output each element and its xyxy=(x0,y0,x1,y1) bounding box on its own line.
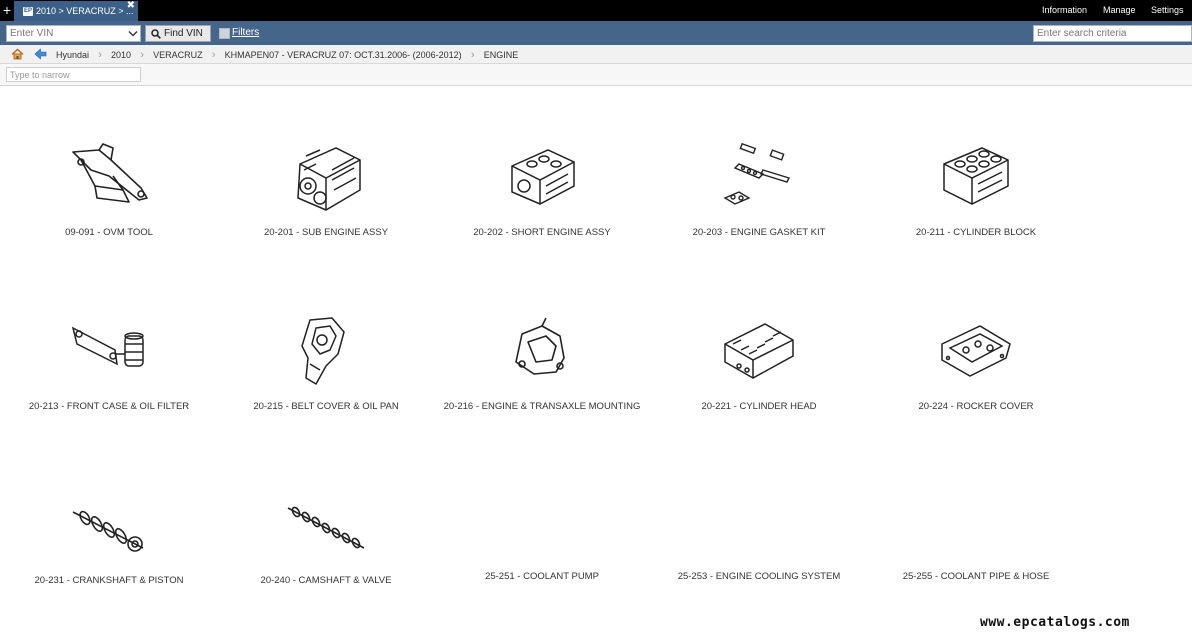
chevron-right-icon: › xyxy=(140,48,144,61)
breadcrumb-trail: Hyundai › 2010 › VERACRUZ › KHMAPEN07 - … xyxy=(56,45,518,64)
part-card[interactable]: 20-203 - ENGINE GASKET KIT xyxy=(654,106,864,266)
breadcrumb-model[interactable]: VERACRUZ xyxy=(153,50,203,60)
part-card[interactable]: 20-215 - BELT COVER & OIL PAN xyxy=(221,280,431,440)
narrow-bar xyxy=(0,64,1192,86)
rocker-cover-icon xyxy=(941,325,1011,377)
find-vin-label: Find VIN xyxy=(164,28,203,39)
part-card[interactable]: 25-253 - ENGINE COOLING SYSTEM xyxy=(654,454,864,614)
catalog-logo-icon: EP xyxy=(23,7,33,16)
find-vin-button[interactable]: Find VIN xyxy=(145,25,211,42)
breadcrumb-section: ENGINE xyxy=(483,49,519,60)
part-label: 20-231 - CRANKSHAFT & PISTON xyxy=(34,575,184,586)
breadcrumb-catalog[interactable]: KHMAPEN07 - VERACRUZ 07: OCT.31.2006- (2… xyxy=(225,50,462,60)
breadcrumb-year[interactable]: 2010 xyxy=(111,50,131,60)
part-card[interactable]: 20-216 - ENGINE & TRANSAXLE MOUNTING xyxy=(437,280,647,440)
tab-title: 2010 > VERACRUZ > ... xyxy=(36,6,134,16)
back-arrow-icon[interactable] xyxy=(34,48,47,60)
gasket-kit-icon xyxy=(723,142,790,205)
part-label: 20-201 - SUB ENGINE ASSY xyxy=(263,227,389,238)
cylinder-head-icon xyxy=(724,323,794,379)
mounting-bracket-icon xyxy=(515,317,565,375)
search-criteria-input[interactable] xyxy=(1033,25,1192,42)
filters-link[interactable]: Filters xyxy=(232,27,259,38)
chevron-down-icon[interactable] xyxy=(127,27,139,40)
belt-cover-icon xyxy=(301,317,345,385)
part-label: 20-213 - FRONT CASE & OIL FILTER xyxy=(28,401,190,412)
part-card[interactable]: 09-091 - OVM TOOL xyxy=(4,106,214,266)
menu-manage[interactable]: Manage xyxy=(1103,0,1136,21)
part-card[interactable]: 25-255 - COOLANT PIPE & HOSE xyxy=(871,454,1081,614)
filters-checkbox[interactable] xyxy=(219,28,230,39)
tab-close-icon[interactable]: ✖ xyxy=(127,1,135,16)
cylinder-block-icon xyxy=(943,147,1009,205)
part-label: 20-211 - CYLINDER BLOCK xyxy=(915,227,1037,238)
breadcrumb: Hyundai › 2010 › VERACRUZ › KHMAPEN07 - … xyxy=(0,45,1192,64)
engine-assembly-icon xyxy=(297,147,361,211)
new-tab-button[interactable]: + xyxy=(0,0,14,21)
part-label: 25-255 - COOLANT PIPE & HOSE xyxy=(902,571,1050,582)
search-icon xyxy=(151,29,161,39)
parts-grid: 09-091 - OVM TOOL 20-201 - SUB ENGINE AS… xyxy=(0,86,1192,639)
part-label: 20-224 - ROCKER COVER xyxy=(918,401,1034,412)
part-label: 09-091 - OVM TOOL xyxy=(65,227,153,238)
part-card[interactable]: 20-201 - SUB ENGINE ASSY xyxy=(221,106,431,266)
narrow-input[interactable] xyxy=(6,67,141,82)
part-label: 20-215 - BELT COVER & OIL PAN xyxy=(253,401,399,412)
part-label: 25-251 - COOLANT PUMP xyxy=(485,571,599,582)
part-label: 20-240 - CAMSHAFT & VALVE xyxy=(260,575,392,586)
breadcrumb-make[interactable]: Hyundai xyxy=(56,50,89,60)
jack-icon xyxy=(72,143,148,203)
part-card[interactable]: 20-240 - CAMSHAFT & VALVE xyxy=(221,454,431,614)
chevron-right-icon: › xyxy=(470,48,475,61)
part-card[interactable]: 25-251 - COOLANT PUMP xyxy=(437,454,647,614)
home-icon[interactable] xyxy=(11,48,24,60)
camshaft-icon xyxy=(287,506,365,549)
oil-filter-icon xyxy=(71,326,144,367)
part-card[interactable]: 20-224 - ROCKER COVER xyxy=(871,280,1081,440)
short-engine-icon xyxy=(511,149,575,205)
part-label: 20-216 - ENGINE & TRANSAXLE MOUNTING xyxy=(443,401,641,412)
part-card[interactable]: 20-211 - CYLINDER BLOCK xyxy=(871,106,1081,266)
crankshaft-icon xyxy=(72,510,144,552)
chevron-right-icon: › xyxy=(98,48,102,61)
vin-input[interactable] xyxy=(7,26,127,41)
part-card[interactable]: 20-202 - SHORT ENGINE ASSY xyxy=(437,106,647,266)
search-bar: Find VIN Filters xyxy=(0,21,1192,45)
part-card[interactable]: 20-231 - CRANKSHAFT & PISTON xyxy=(4,454,214,614)
menu-information[interactable]: Information xyxy=(1042,0,1087,21)
watermark-text: www.epcatalogs.com xyxy=(980,615,1130,630)
menu-settings[interactable]: Settings xyxy=(1151,0,1184,21)
part-label: 20-203 - ENGINE GASKET KIT xyxy=(692,227,826,238)
tab-bar: + EP 2010 > VERACRUZ > ... ✖ Information… xyxy=(0,0,1192,21)
vin-combobox[interactable] xyxy=(6,25,141,42)
part-card[interactable]: 20-213 - FRONT CASE & OIL FILTER xyxy=(4,280,214,440)
part-card[interactable]: 20-221 - CYLINDER HEAD xyxy=(654,280,864,440)
part-label: 20-202 - SHORT ENGINE ASSY xyxy=(473,227,611,238)
tab-active[interactable]: EP 2010 > VERACRUZ > ... ✖ xyxy=(14,1,138,21)
part-label: 20-221 - CYLINDER HEAD xyxy=(701,401,817,412)
part-label: 25-253 - ENGINE COOLING SYSTEM xyxy=(677,571,841,582)
chevron-right-icon: › xyxy=(211,48,216,61)
